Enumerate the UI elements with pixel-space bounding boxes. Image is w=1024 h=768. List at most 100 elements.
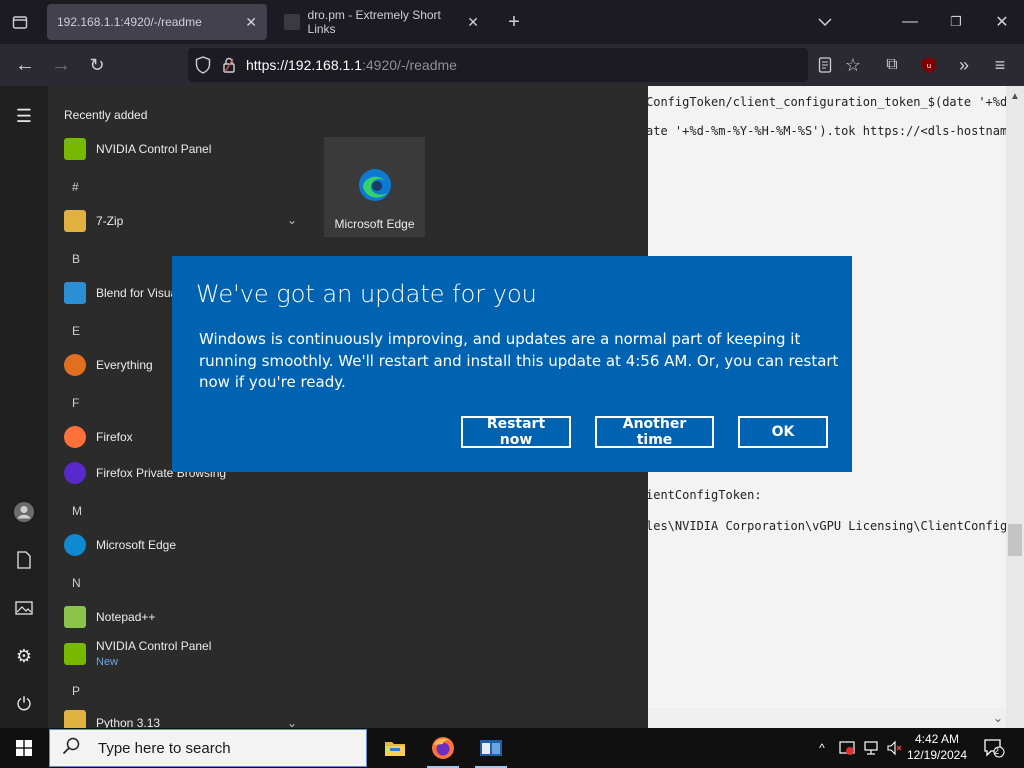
ok-button[interactable]: OK xyxy=(738,416,828,448)
app-microsoft-edge[interactable]: Microsoft Edge xyxy=(64,530,334,560)
chevron-down-icon[interactable]: ⌄ xyxy=(287,213,297,227)
tab-title: 192.168.1.1:4920/-/readme xyxy=(57,15,202,29)
minimize-icon[interactable]: — xyxy=(898,10,922,34)
hamburger-icon[interactable]: ☰ xyxy=(0,96,48,136)
tray-app-icon[interactable] xyxy=(836,728,858,768)
network-icon[interactable] xyxy=(860,728,882,768)
url-host: https://192.168.1.1 xyxy=(246,57,362,73)
update-dialog: We've got an update for you Windows is c… xyxy=(172,256,852,472)
dro-favicon-icon xyxy=(284,14,300,30)
section-letter[interactable]: # xyxy=(72,180,79,194)
app-label: 7-Zip xyxy=(96,214,124,228)
window-close-icon[interactable]: ✕ xyxy=(990,10,1014,34)
svg-text:u: u xyxy=(927,62,931,70)
app-firefox[interactable]: Firefox xyxy=(64,422,164,452)
shield-icon[interactable] xyxy=(194,55,212,75)
reader-icon[interactable] xyxy=(814,54,836,76)
tab-title: dro.pm - Extremely Short Links xyxy=(307,8,441,36)
notepad-icon xyxy=(64,606,86,628)
firefox-taskbar-icon[interactable] xyxy=(419,728,467,768)
app-label: Blend for Visual Studio 2022 xyxy=(96,286,174,300)
app-everything[interactable]: Everything xyxy=(64,350,164,380)
clock-time: 4:42 AM xyxy=(914,732,960,746)
nvidia-icon xyxy=(64,138,86,160)
notification-center-icon[interactable]: 2 xyxy=(980,728,1008,768)
new-badge: New xyxy=(96,656,119,668)
restore-icon[interactable]: ❐ xyxy=(944,10,968,34)
section-letter[interactable]: B xyxy=(72,252,80,266)
tile-microsoft-edge[interactable]: Microsoft Edge xyxy=(324,137,425,237)
app-label: Notepad++ xyxy=(96,610,156,624)
tab-list-icon[interactable] xyxy=(8,10,32,34)
star-icon[interactable]: ☆ xyxy=(842,54,864,76)
private-mask-icon xyxy=(64,462,86,484)
url-path: :4920/-/readme xyxy=(361,57,457,73)
app-label: Firefox xyxy=(96,430,133,444)
scrollbar-thumb[interactable] xyxy=(1008,524,1022,556)
section-letter[interactable]: E xyxy=(72,324,80,338)
ublock-icon[interactable]: u xyxy=(918,54,940,76)
taskbar-clock[interactable]: 4:42 AM 12/19/2024 xyxy=(898,731,976,763)
app-notepad-plus-plus[interactable]: Notepad++ xyxy=(64,602,334,632)
blend-icon xyxy=(64,282,86,304)
lock-icon[interactable] xyxy=(220,55,238,75)
chevron-down-icon[interactable] xyxy=(812,10,838,34)
close-tab-icon[interactable]: ✕ xyxy=(245,14,257,31)
firefox-icon xyxy=(64,426,86,448)
url-bar[interactable]: https://192.168.1.1:4920/-/readme xyxy=(188,48,808,82)
forward-icon[interactable]: → xyxy=(48,52,74,78)
section-letter[interactable]: P xyxy=(72,684,80,698)
taskbar-search-input[interactable]: Type here to search xyxy=(49,729,367,767)
search-placeholder: Type here to search xyxy=(98,739,231,757)
search-magnifier-icon xyxy=(64,354,86,376)
documents-icon[interactable] xyxy=(0,540,48,580)
folder-icon xyxy=(64,710,86,728)
vertical-scrollbar[interactable] xyxy=(1006,86,1024,728)
nvidia-icon xyxy=(64,643,86,665)
folder-icon xyxy=(64,210,86,232)
file-explorer-taskbar-icon[interactable] xyxy=(371,728,419,768)
tab-readme[interactable]: 192.168.1.1:4920/-/readme ✕ xyxy=(47,4,267,40)
user-avatar-icon[interactable] xyxy=(0,492,48,532)
section-letter[interactable]: M xyxy=(72,504,82,518)
app-label: NVIDIA Control Panel xyxy=(96,142,212,156)
notification-count: 2 xyxy=(994,746,1000,756)
edge-icon xyxy=(359,169,391,201)
app-blend-for-visual-studio[interactable]: Blend for Visual Studio 2022 xyxy=(64,278,174,308)
clock-date: 12/19/2024 xyxy=(906,748,968,762)
app-nvidia-control-panel-new[interactable]: NVIDIA Control Panel New xyxy=(64,637,334,671)
overflow-icon[interactable]: » xyxy=(952,54,976,76)
recently-added-heading: Recently added xyxy=(64,108,148,122)
back-icon[interactable]: ← xyxy=(12,52,38,78)
app-label: Everything xyxy=(96,358,153,372)
restart-now-button[interactable]: Restart now xyxy=(461,416,571,448)
dialog-body: Windows is continuously improving, and u… xyxy=(199,330,839,391)
app-nvidia-control-panel[interactable]: NVIDIA Control Panel xyxy=(64,134,334,164)
start-rail xyxy=(0,86,48,728)
code-line: ientConfigToken: xyxy=(646,488,762,502)
app-label: NVIDIA Control Panel xyxy=(96,639,212,653)
tab-dro-pm[interactable]: dro.pm - Extremely Short Links ✕ xyxy=(274,4,489,40)
close-tab-icon[interactable]: ✕ xyxy=(467,14,479,31)
extensions-icon[interactable]: ⧉ xyxy=(880,54,904,76)
app-window-taskbar-icon[interactable] xyxy=(467,728,515,768)
scroll-down-icon[interactable]: ⌄ xyxy=(990,710,1006,726)
code-line: ate '+%d-%m-%Y-%H-%M-%S').tok https://<d… xyxy=(646,124,1022,138)
power-icon[interactable]: ⏻ xyxy=(0,684,48,724)
windows-start-icon[interactable] xyxy=(0,728,48,768)
another-time-button[interactable]: Another time xyxy=(595,416,714,448)
pictures-icon[interactable] xyxy=(0,588,48,628)
code-line: ConfigToken/client_configuration_token_$… xyxy=(646,95,1022,109)
section-letter[interactable]: F xyxy=(72,396,79,410)
new-tab-icon[interactable]: + xyxy=(502,10,526,34)
section-letter[interactable]: N xyxy=(72,576,81,590)
reload-icon[interactable]: ↻ xyxy=(84,52,110,78)
scroll-up-icon[interactable]: ▲ xyxy=(1006,88,1024,104)
show-hidden-icons-icon[interactable]: ^ xyxy=(812,728,832,768)
app-label: Python 3.13 xyxy=(96,716,161,728)
menu-icon[interactable]: ≡ xyxy=(988,54,1012,76)
settings-gear-icon[interactable]: ⚙ xyxy=(0,636,48,676)
horizontal-scrollbar[interactable] xyxy=(648,708,1006,728)
edge-icon xyxy=(64,534,86,556)
code-line: les\NVIDIA Corporation\vGPU Licensing\Cl… xyxy=(646,519,1022,533)
